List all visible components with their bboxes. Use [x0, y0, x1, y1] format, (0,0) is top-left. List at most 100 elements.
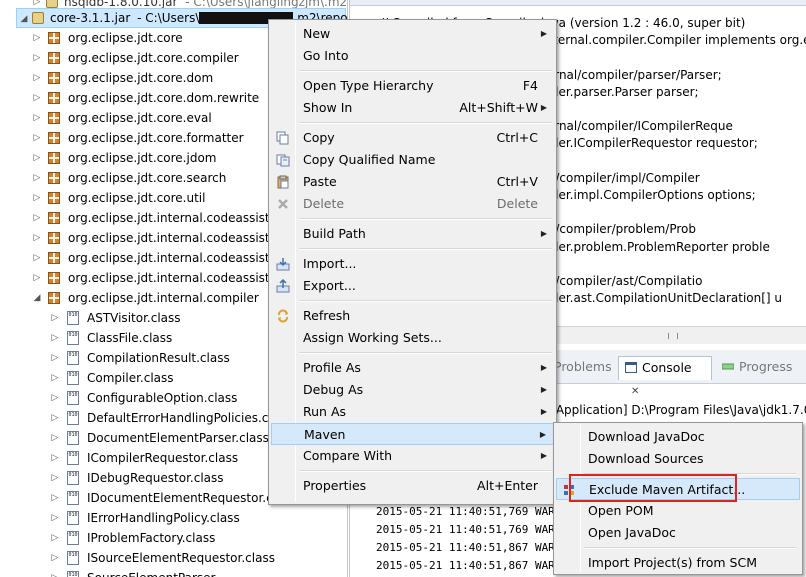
expand-arrow-icon[interactable]: ▷: [32, 168, 42, 188]
menu-item-label: Profile As: [303, 360, 361, 375]
expand-arrow-icon[interactable]: ▷: [50, 388, 60, 408]
menu-separator: [299, 218, 552, 220]
menu-item-download-sources[interactable]: Download Sources: [556, 448, 800, 470]
menu-item-run-as[interactable]: Run As ▶: [271, 401, 554, 423]
menu-item-new[interactable]: New ▶: [271, 23, 554, 45]
copy-icon: [276, 131, 289, 145]
expand-arrow-icon[interactable]: ▷: [50, 328, 60, 348]
tab-problems[interactable]: Problems: [548, 356, 618, 380]
tab-console[interactable]: Console ✕: [618, 356, 712, 397]
package-label: org.eclipse.jdt.internal.compiler: [68, 291, 259, 305]
menu-item-label: Assign Working Sets...: [303, 330, 442, 345]
expand-arrow-icon[interactable]: ▷: [50, 528, 60, 548]
menu-item-label: Import...: [303, 256, 357, 271]
expand-arrow-icon[interactable]: ▷: [32, 208, 42, 228]
class-file-icon: 010: [67, 391, 79, 405]
menu-item-label: Copy: [303, 130, 335, 145]
package-label: org.eclipse.jdt.core.dom: [68, 71, 214, 85]
class-label: ISourceElementRequestor.class: [87, 551, 275, 565]
expand-arrow-icon[interactable]: ▷: [50, 408, 60, 428]
expand-arrow-icon[interactable]: ▷: [32, 268, 42, 288]
expand-arrow-icon[interactable]: ▷: [50, 308, 60, 328]
expand-arrow-icon[interactable]: ▷: [50, 368, 60, 388]
expand-arrow-icon[interactable]: ▷: [32, 148, 42, 168]
expand-arrow-icon[interactable]: ▷: [32, 228, 42, 248]
menu-item-label: Delete: [303, 196, 345, 211]
jar-icon: [32, 12, 44, 24]
close-icon[interactable]: ✕: [631, 386, 639, 397]
expand-arrow-icon[interactable]: ▷: [50, 548, 60, 568]
expand-arrow-icon[interactable]: ▷: [50, 508, 60, 528]
tree-row-class[interactable]: ▷ 010 ISourceElementRequestor.class: [0, 548, 347, 568]
class-label: IDebugRequestor.class: [87, 471, 224, 485]
menu-item-label: Go Into: [303, 48, 349, 63]
menu-item-build-path[interactable]: Build Path ▶: [271, 223, 554, 245]
package-icon: [48, 32, 60, 44]
expand-arrow-icon[interactable]: ▷: [50, 568, 60, 577]
menu-item-show-in[interactable]: Show In Alt+Shift+W ▶: [271, 97, 554, 119]
menu-item-copy-qualified-name[interactable]: Copy Qualified Name: [271, 149, 554, 171]
class-label: ConfigurableOption.class: [87, 391, 238, 405]
package-label: org.eclipse.jdt.core: [68, 31, 183, 45]
menu-shortcut: Ctrl+V: [496, 174, 538, 189]
menu-item-refresh[interactable]: Refresh: [271, 305, 554, 327]
expand-arrow-icon[interactable]: ▷: [32, 248, 42, 268]
class-label: SourceElementParser: [87, 568, 215, 577]
expand-arrow-icon[interactable]: ▷: [50, 428, 60, 448]
menu-item-label: New: [303, 26, 331, 41]
menu-item-go-into[interactable]: Go Into: [271, 45, 554, 67]
menu-separator: [299, 352, 552, 354]
refresh-icon: [278, 309, 288, 323]
menu-item-open-type-hierarchy[interactable]: Open Type Hierarchy F4: [271, 75, 554, 97]
menu-item-debug-as[interactable]: Debug As ▶: [271, 379, 554, 401]
menu-item-profile-as[interactable]: Profile As ▶: [271, 357, 554, 379]
package-icon: [48, 52, 60, 64]
delete-icon: [278, 199, 288, 209]
menu-item-properties[interactable]: Properties Alt+Enter: [271, 475, 554, 497]
expand-arrow-icon[interactable]: ▷: [50, 448, 60, 468]
menu-item-open-pom[interactable]: Open POM: [556, 500, 800, 522]
class-file-icon: 010: [67, 511, 79, 525]
collapse-arrow-icon[interactable]: ◢: [19, 9, 29, 29]
menu-item-maven[interactable]: Maven ▶: [271, 423, 554, 445]
console-tab-label: Console: [642, 360, 692, 375]
expand-arrow-icon[interactable]: ▷: [50, 488, 60, 508]
expand-arrow-icon[interactable]: ▷: [32, 108, 42, 128]
scrollbar-grip[interactable]: [668, 333, 678, 339]
expand-arrow-icon[interactable]: ▷: [32, 28, 42, 48]
package-icon: [48, 212, 60, 224]
expand-arrow-icon[interactable]: ▷: [32, 188, 42, 208]
menu-item-paste[interactable]: Paste Ctrl+V: [271, 171, 554, 193]
tree-row-class[interactable]: ▷ 010 SourceElementParser: [0, 568, 347, 577]
package-icon: [48, 232, 60, 244]
expand-arrow-icon[interactable]: ▷: [32, 88, 42, 108]
expand-arrow-icon[interactable]: ▷: [50, 468, 60, 488]
menu-item-assign-working-sets[interactable]: Assign Working Sets...: [271, 327, 554, 349]
expand-arrow-icon[interactable]: ▷: [32, 68, 42, 88]
menu-item-export[interactable]: Export...: [271, 275, 554, 297]
collapse-arrow-icon[interactable]: ◢: [32, 288, 42, 308]
console-line: 2015-05-21 11:40:51,867 WARN: [376, 559, 562, 572]
menu-item-import-project-s-from-scm[interactable]: Import Project(s) from SCM: [556, 552, 800, 574]
menu-item-download-javadoc[interactable]: Download JavaDoc: [556, 426, 800, 448]
expand-arrow-icon[interactable]: ▷: [50, 348, 60, 368]
jar-name: core-3.1.1.jar: [50, 11, 131, 25]
tab-progress[interactable]: Progress: [716, 356, 798, 380]
tree-row-class[interactable]: ▷ 010 IProblemFactory.class: [0, 528, 347, 548]
class-file-icon: 010: [67, 331, 79, 345]
tree-row-class[interactable]: ▷ 010 IErrorHandlingPolicy.class: [0, 508, 347, 528]
menu-item-label: Compare With: [303, 448, 393, 463]
class-label: CompilationResult.class: [87, 351, 230, 365]
package-icon: [48, 112, 60, 124]
package-label: org.eclipse.jdt.core.util: [68, 191, 206, 205]
expand-arrow-icon[interactable]: ▷: [32, 48, 42, 68]
menu-item-compare-with[interactable]: Compare With ▶: [271, 445, 554, 467]
console-icon: [625, 362, 637, 373]
menu-item-import[interactable]: Import...: [271, 253, 554, 275]
menu-item-copy[interactable]: Copy Ctrl+C: [271, 127, 554, 149]
menu-item-label: Paste: [303, 174, 337, 189]
menu-item-open-javadoc[interactable]: Open JavaDoc: [556, 522, 800, 544]
expand-arrow-icon[interactable]: ▷: [32, 128, 42, 148]
menu-item-label: Download JavaDoc: [588, 429, 705, 444]
class-label: ClassFile.class: [87, 331, 173, 345]
